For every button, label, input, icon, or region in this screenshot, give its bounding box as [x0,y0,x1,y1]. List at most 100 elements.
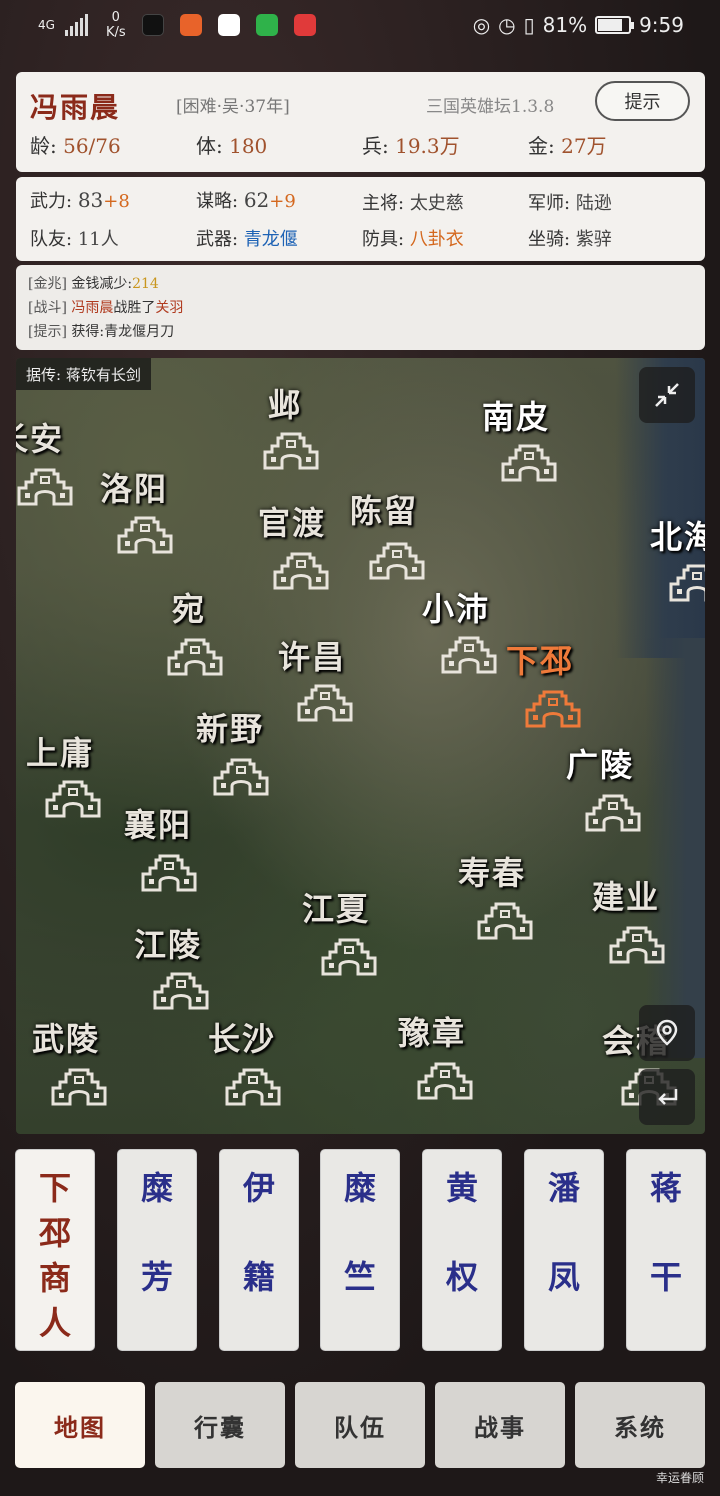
npc-card[interactable]: 黄权 [422,1149,502,1351]
city-label[interactable]: 上庸 [26,728,94,774]
castle-icon[interactable] [368,540,426,580]
castle-icon[interactable] [44,778,102,818]
event-log: [金兆] 金钱减少:214 [战斗] 冯雨晨战胜了关羽 [提示] 获得:青龙偃月… [16,265,705,350]
mount-stat[interactable]: 坐骑: 紫骍 [528,225,612,251]
castle-icon[interactable] [500,442,558,482]
city-label[interactable]: 小沛 [422,584,490,630]
battery-percent: 81% [542,13,588,37]
character-name: 冯雨晨 [30,91,121,124]
network-speed: 0 K/s [105,10,126,40]
npc-merchant[interactable]: 下邳商人 [15,1149,95,1351]
iqiyi-icon [255,14,278,36]
game-version: 三国英雄坛1.3.8 [426,97,555,117]
advisor-stat: 军师: 陆逊 [528,193,612,214]
character-panel: 冯雨晨 [困难·吴·37年] 三国英雄坛1.3.8 提示 龄: 56/76 体:… [16,72,705,172]
npc-card[interactable]: 糜芳 [117,1149,197,1351]
clock: 9:59 [639,13,684,37]
status-bar: 4G 0 K/s ◎ ◷ ▯ 81% 9:59 [0,0,720,54]
city-label[interactable]: 官渡 [258,498,326,544]
castle-icon[interactable] [224,1066,282,1106]
troops-stat: 兵: 19.3万 [362,134,460,158]
castle-icon[interactable] [524,688,582,728]
log-line: [金兆] 金钱减少:214 [28,276,159,292]
city-label[interactable]: 南皮 [482,392,550,438]
castle-icon[interactable] [296,682,354,722]
difficulty-tag: [困难·吴·37年] [176,97,290,117]
city-label[interactable]: 邺 [268,380,302,426]
tab-team[interactable]: 队伍 [295,1382,425,1468]
city-label[interactable]: 宛 [172,584,206,630]
city-label[interactable]: 长安 [16,414,64,460]
city-label[interactable]: 新野 [196,704,264,750]
strategy-stat: 谋略: 62+9 [196,188,296,212]
city-label[interactable]: 长沙 [208,1014,276,1060]
city-label[interactable]: 豫章 [398,1008,466,1054]
weapon-stat[interactable]: 武器: 青龙偃 [196,225,298,251]
city-label[interactable]: 洛阳 [100,464,168,510]
attributes-panel: 武力: 83+8 谋略: 62+9 主将: 太史慈 军师: 陆逊 队友: 11人… [16,177,705,261]
book-icon [293,14,316,36]
npc-card[interactable]: 伊籍 [219,1149,299,1351]
log-line: [提示] 获得:青龙偃月刀 [28,324,175,340]
hint-button[interactable]: 提示 [595,81,690,121]
city-label[interactable]: 下邳 [506,636,574,682]
sina-icon [217,14,240,36]
general-stat: 主将: 太史慈 [362,193,464,214]
world-map[interactable]: 据传: 蒋钦有长剑 长安 邺 南皮 洛阳 官渡 陈留 北海 宛 小沛 许昌 下邳… [16,358,705,1134]
watermark: 幸运眷顾 [655,1471,704,1485]
tab-system[interactable]: 系统 [575,1382,705,1468]
city-label[interactable]: 寿春 [458,848,526,894]
castle-icon[interactable] [152,970,210,1010]
city-label[interactable]: 襄阳 [124,800,192,846]
castle-icon[interactable] [16,466,74,506]
city-label[interactable]: 武陵 [32,1014,100,1060]
castle-icon[interactable] [212,756,270,796]
alarm-icon: ◷ [498,13,516,37]
force-stat: 武力: 83+8 [30,188,130,212]
castle-icon[interactable] [262,430,320,470]
castle-icon[interactable] [584,792,642,832]
castle-icon[interactable] [440,634,498,674]
tiktok-icon [141,14,164,36]
armor-stat[interactable]: 防具: 八卦衣 [362,225,464,251]
network-type: 4G [38,18,55,32]
battery-icon [595,16,635,34]
castle-icon[interactable] [140,852,198,892]
signal-icon [64,14,88,36]
city-label[interactable]: 许昌 [278,632,346,678]
city-label[interactable]: 建业 [592,872,660,918]
castle-icon[interactable] [166,636,224,676]
castle-icon[interactable] [116,514,174,554]
sea-area [645,638,705,1058]
npc-card[interactable]: 糜竺 [320,1149,400,1351]
city-label[interactable]: 陈留 [350,486,418,532]
npc-card[interactable]: 蒋干 [626,1149,706,1351]
body-stat: 体: 180 [196,134,268,158]
app-icon [179,14,202,36]
collapse-icon[interactable] [639,367,695,423]
castle-icon[interactable] [668,562,705,602]
castle-icon[interactable] [50,1066,108,1106]
vibrate-icon: ▯ [523,13,535,37]
return-icon[interactable] [639,1069,695,1125]
location-pin-icon[interactable] [639,1005,695,1061]
city-label[interactable]: 广陵 [566,740,634,786]
tab-battle[interactable]: 战事 [435,1382,565,1468]
castle-icon[interactable] [416,1060,474,1100]
eye-icon: ◎ [472,13,491,37]
castle-icon[interactable] [320,936,378,976]
log-line: [战斗] 冯雨晨战胜了关羽 [28,300,184,316]
rumor-banner: 据传: 蒋钦有长剑 [16,358,151,390]
age-stat: 龄: 56/76 [30,134,121,158]
city-label[interactable]: 北海 [650,512,705,558]
team-stat: 队友: 11人 [30,229,119,250]
castle-icon[interactable] [272,550,330,590]
city-label[interactable]: 江陵 [134,920,202,966]
city-label[interactable]: 江夏 [302,884,370,930]
castle-icon[interactable] [476,900,534,940]
tab-map[interactable]: 地图 [15,1382,145,1468]
gold-stat: 金: 27万 [528,134,607,158]
castle-icon[interactable] [608,924,666,964]
tab-bag[interactable]: 行囊 [155,1382,285,1468]
npc-card[interactable]: 潘凤 [524,1149,604,1351]
